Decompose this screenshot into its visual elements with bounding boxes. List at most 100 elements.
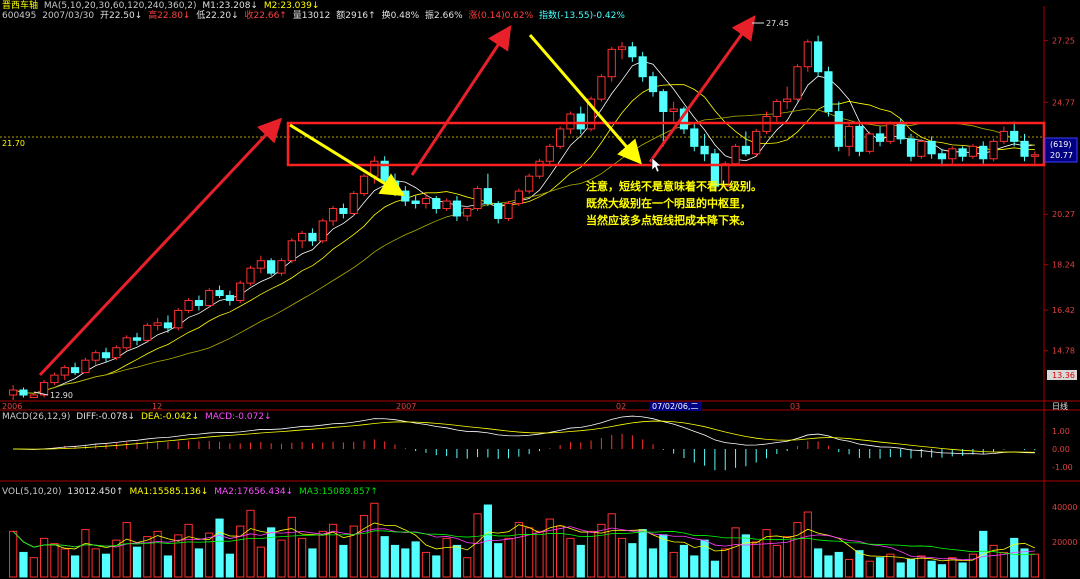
vol-ma3: MA3:15089.857↑ xyxy=(298,487,378,497)
period-label: 日线 xyxy=(1052,401,1068,411)
volume-bar xyxy=(411,541,420,578)
candle xyxy=(267,258,276,276)
volume-bar xyxy=(298,537,307,578)
candle xyxy=(855,121,864,157)
volume-bar xyxy=(875,557,885,578)
candle xyxy=(731,143,740,167)
candle xyxy=(968,143,978,159)
candle-body xyxy=(421,198,431,205)
change-value: 涨(0.14)0.62% xyxy=(468,11,534,21)
low-price-label: 12.90 xyxy=(50,391,73,400)
close-price: 收22.66↑ xyxy=(244,11,287,21)
candle-body xyxy=(556,128,565,147)
macd-header: MACD(26,12,9) DIFF:-0.078↓ DEA:-0.042↓ M… xyxy=(2,412,275,422)
candle-body xyxy=(669,108,678,113)
candle-body xyxy=(989,140,998,160)
candle-body xyxy=(287,240,296,262)
candle-body xyxy=(215,290,224,297)
candle-body xyxy=(256,260,265,269)
volume-bar xyxy=(494,543,503,578)
volume-bar xyxy=(318,530,327,578)
volume-bar xyxy=(442,537,451,578)
volume-bar xyxy=(50,543,59,578)
volume-bar xyxy=(690,555,699,578)
candle-body xyxy=(700,145,709,155)
volume-bar xyxy=(246,509,255,578)
high-price: 高22.80↓ xyxy=(148,11,191,21)
volume-bar xyxy=(514,522,523,578)
candle-body xyxy=(194,300,204,306)
volume-bar xyxy=(659,534,668,578)
candle xyxy=(143,322,152,343)
volume-bar xyxy=(70,555,80,578)
candle xyxy=(556,126,565,149)
time-label: 2006 xyxy=(2,402,22,411)
volume-bar xyxy=(731,527,740,578)
candle-body xyxy=(783,98,792,103)
low-tag: 13.36 xyxy=(1052,371,1075,380)
candle-body xyxy=(29,394,38,398)
candle-body xyxy=(979,145,988,160)
volume-bar xyxy=(535,530,544,578)
candle-body xyxy=(463,208,472,217)
vol-ma1: MA1:15585.136↓ xyxy=(129,487,209,497)
volume-bar xyxy=(194,548,204,578)
candle-body xyxy=(225,295,234,302)
turnover-value: 换0.48% xyxy=(381,11,420,21)
stock-name: 晋西车轴 xyxy=(2,1,39,11)
volume-bar xyxy=(132,546,142,578)
candle-body xyxy=(184,300,193,311)
vol-label: VOL(5,10,20) xyxy=(2,487,62,497)
candle-body xyxy=(875,133,885,142)
volume-bar xyxy=(452,544,462,578)
volume-bar xyxy=(359,515,369,578)
volume-bar xyxy=(834,551,843,578)
candle xyxy=(886,121,895,144)
volume-bar xyxy=(81,529,90,578)
vol-tick-label: 20000 xyxy=(1052,538,1077,547)
candle-body xyxy=(659,91,668,113)
volume-bar xyxy=(958,562,967,578)
candle-body xyxy=(153,322,162,326)
volume-bar xyxy=(91,548,100,578)
candle-body xyxy=(917,140,926,157)
candle-body xyxy=(906,138,916,157)
volume-bar xyxy=(101,553,111,578)
volume-bar xyxy=(566,537,575,578)
price-tick-label: 16.42 xyxy=(1052,306,1075,315)
volume-bar xyxy=(638,529,647,578)
volume-bar xyxy=(669,551,678,578)
candle-body xyxy=(844,125,854,147)
candle-body xyxy=(504,203,513,219)
candle-body xyxy=(741,145,750,155)
volume-bar xyxy=(29,557,38,578)
candle-body xyxy=(236,282,245,302)
candle xyxy=(504,201,513,221)
volume-bar xyxy=(855,550,864,578)
high-price-label: 27.45 xyxy=(766,19,789,28)
volume-bar xyxy=(896,562,905,578)
candle-body xyxy=(545,145,554,162)
volume-bar xyxy=(215,518,224,578)
candle-body xyxy=(690,128,699,147)
left-price-label: 21.70 xyxy=(2,139,25,148)
candle-body xyxy=(308,232,317,242)
volume-bar xyxy=(473,513,482,578)
price-tick-label: 18.24 xyxy=(1052,261,1075,270)
candle-body xyxy=(896,123,905,140)
volume-bar xyxy=(163,555,173,578)
candle xyxy=(607,46,616,82)
candle-body xyxy=(101,352,111,359)
candle-body xyxy=(132,337,142,341)
candle xyxy=(112,345,121,361)
candle-body xyxy=(752,130,761,155)
candle-body xyxy=(886,123,895,142)
candle xyxy=(865,131,874,154)
candle-body xyxy=(638,56,647,78)
candle-body xyxy=(607,48,616,78)
candle-body xyxy=(174,309,183,329)
candle-body xyxy=(442,200,451,209)
candle-body xyxy=(411,200,420,205)
volume-bar xyxy=(927,560,936,578)
candle-body xyxy=(60,367,69,376)
